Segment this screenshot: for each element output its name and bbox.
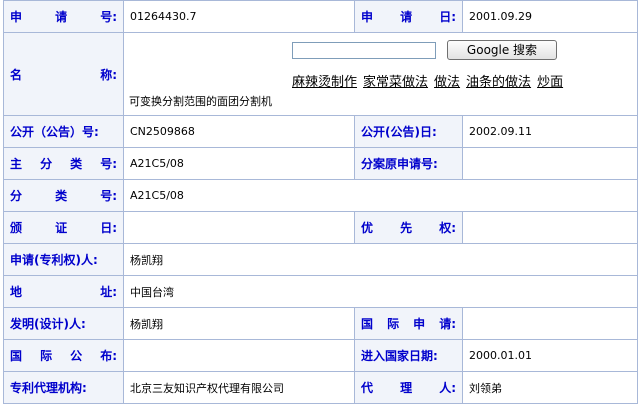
main-class-value: A21C5/08: [123, 147, 355, 180]
name-label: 名称:: [3, 32, 124, 116]
row-agency: 专利代理机构: 北京三友知识产权代理有限公司 代理人: 刘领弟: [3, 371, 638, 404]
ad-link[interactable]: 做法: [434, 75, 460, 90]
row-issue: 颁证日: 优先权:: [3, 211, 638, 244]
ad-links: 麻辣烫制作 家常菜做法 做法 油条的做法 炒面: [292, 71, 569, 90]
agency-label: 专利代理机构:: [3, 371, 124, 404]
name-cell: Google 搜索 麻辣烫制作 家常菜做法 做法 油条的做法 炒面 可变换分割范围的面团…: [123, 32, 638, 116]
row-applicant: 申请(专利权)人: 杨凯翔: [3, 243, 638, 276]
ad-link[interactable]: 炒面: [537, 75, 563, 90]
classification-label: 分类号:: [3, 179, 124, 212]
division-original-value: [462, 147, 638, 180]
row-name: 名称: Google 搜索 麻辣烫制作 家常菜做法 做法 油条的做法 炒面 可变换分割范…: [3, 32, 638, 116]
issue-date-value: [123, 211, 355, 244]
row-address: 地址: 中国台湾: [3, 275, 638, 308]
name-value: 可变换分割范围的面团分割机: [129, 95, 272, 108]
national-entry-date-value: 2000.01.01: [462, 339, 638, 372]
inventor-label: 发明(设计)人:: [3, 307, 124, 340]
division-original-label: 分案原申请号:: [354, 147, 463, 180]
address-label: 地址:: [3, 275, 124, 308]
google-search-button[interactable]: Google 搜索: [447, 40, 557, 60]
application-date-label: 申请日:: [354, 0, 463, 33]
row-intl-publication: 国际公布: 进入国家日期: 2000.01.01: [3, 339, 638, 372]
patent-record-table: 申请号: 01264430.7 申请日: 2001.09.29 名称: Goog…: [3, 0, 638, 404]
row-inventor: 发明(设计)人: 杨凯翔 国际申请:: [3, 307, 638, 340]
priority-label: 优先权:: [354, 211, 463, 244]
intl-application-value: [462, 307, 638, 340]
ad-link[interactable]: 油条的做法: [466, 75, 531, 90]
applicant-label: 申请(专利权)人:: [3, 243, 124, 276]
row-main-class: 主分类号: A21C5/08 分案原申请号:: [3, 147, 638, 180]
publication-no-label: 公开（公告）号:: [3, 115, 124, 148]
google-search-form: Google 搜索: [292, 40, 557, 60]
application-no-value: 01264430.7: [123, 0, 355, 33]
row-application: 申请号: 01264430.7 申请日: 2001.09.29: [3, 0, 638, 33]
intl-application-label: 国际申请:: [354, 307, 463, 340]
application-date-value: 2001.09.29: [462, 0, 638, 33]
national-entry-date-label: 进入国家日期:: [354, 339, 463, 372]
priority-value: [462, 211, 638, 244]
agent-value: 刘领弟: [462, 371, 638, 404]
intl-publication-value: [123, 339, 355, 372]
ad-link[interactable]: 家常菜做法: [363, 75, 428, 90]
row-classification: 分类号: A21C5/08: [3, 179, 638, 212]
publication-no-value: CN2509868: [123, 115, 355, 148]
ad-link[interactable]: 麻辣烫制作: [292, 75, 357, 90]
inventor-value: 杨凯翔: [123, 307, 355, 340]
application-no-label: 申请号:: [3, 0, 124, 33]
agency-value: 北京三友知识产权代理有限公司: [123, 371, 355, 404]
search-input[interactable]: [292, 41, 436, 59]
applicant-value: 杨凯翔: [123, 243, 638, 276]
application-no-label-text: 申请号:: [10, 10, 117, 24]
row-publication: 公开（公告）号: CN2509868 公开(公告)日: 2002.09.11: [3, 115, 638, 148]
classification-value: A21C5/08: [123, 179, 638, 212]
intl-publication-label: 国际公布:: [3, 339, 124, 372]
address-value: 中国台湾: [123, 275, 638, 308]
main-class-label: 主分类号:: [3, 147, 124, 180]
agent-label: 代理人:: [354, 371, 463, 404]
publication-date-value: 2002.09.11: [462, 115, 638, 148]
publication-date-label: 公开(公告)日:: [354, 115, 463, 148]
issue-date-label: 颁证日:: [3, 211, 124, 244]
